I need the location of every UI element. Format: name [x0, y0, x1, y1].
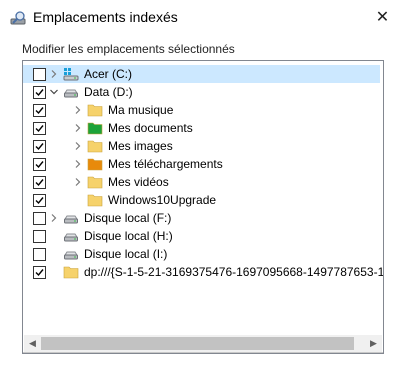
include-checkbox[interactable]	[33, 212, 46, 225]
tree-row[interactable]: Ma musique	[23, 101, 383, 119]
tree-item-label: Acer (C:)	[84, 67, 132, 81]
tree-row[interactable]: Acer (C:)	[23, 65, 383, 83]
scroll-right-icon[interactable]: ▶	[365, 335, 382, 352]
tree-item-label: dp:///{S-1-5-21-3169375476-1697095668-14…	[84, 265, 384, 279]
tree-item-label: Mes documents	[108, 121, 193, 135]
tree-row[interactable]: Mes vidéos	[23, 173, 383, 191]
include-checkbox[interactable]	[33, 86, 46, 99]
horizontal-scrollbar[interactable]: ◀ ▶	[24, 335, 382, 352]
drive-icon	[63, 228, 79, 244]
tree-row[interactable]: Data (D:)	[23, 83, 383, 101]
tree-item-label: Disque local (H:)	[84, 229, 173, 243]
tree-item-label: Data (D:)	[84, 85, 133, 99]
chevron-down-icon[interactable]	[49, 86, 59, 98]
drive-icon	[63, 210, 79, 226]
window-title: Emplacements indexés	[33, 9, 178, 25]
include-checkbox[interactable]	[33, 266, 46, 279]
folder-icon	[87, 192, 103, 208]
include-checkbox[interactable]	[33, 140, 46, 153]
tree-item-label: Mes vidéos	[108, 175, 169, 189]
tree-row[interactable]: Mes images	[23, 137, 383, 155]
folder-icon	[87, 102, 103, 118]
chevron-right-icon[interactable]	[73, 158, 83, 170]
folder-icon	[87, 138, 103, 154]
chevron-right-icon[interactable]	[73, 176, 83, 188]
tree-item-label: Disque local (I:)	[84, 247, 168, 261]
scroll-left-icon[interactable]: ◀	[24, 335, 41, 352]
include-checkbox[interactable]	[33, 68, 46, 81]
include-checkbox[interactable]	[33, 158, 46, 171]
tree-row[interactable]: Disque local (F:)	[23, 209, 383, 227]
tree-item-label: Mes images	[108, 139, 173, 153]
tree-row[interactable]: Disque local (H:)	[23, 227, 383, 245]
tree-row[interactable]: Disque local (I:)	[23, 245, 383, 263]
folder-orange-icon	[87, 156, 103, 172]
tree-item-label: Windows10Upgrade	[108, 193, 217, 207]
search-indexing-icon	[10, 10, 28, 26]
include-checkbox[interactable]	[33, 248, 46, 261]
chevron-right-icon[interactable]	[49, 68, 59, 80]
chevron-right-icon[interactable]	[73, 140, 83, 152]
chevron-right-icon[interactable]	[49, 212, 59, 224]
folder-icon	[63, 264, 79, 280]
chevron-right-icon[interactable]	[73, 104, 83, 116]
folder-green-icon	[87, 120, 103, 136]
include-checkbox[interactable]	[33, 176, 46, 189]
drive-icon	[63, 246, 79, 262]
title-bar: Emplacements indexés ✕	[0, 0, 399, 36]
group-label: Modifier les emplacements sélectionnés	[22, 42, 235, 56]
tree-item-label: Disque local (F:)	[84, 211, 172, 225]
scrollbar-thumb[interactable]	[41, 337, 354, 350]
tree-row[interactable]: Windows10Upgrade	[23, 191, 383, 209]
include-checkbox[interactable]	[33, 104, 46, 117]
locations-tree[interactable]: Acer (C:) Data (D:) Ma musique Mes document…	[22, 60, 384, 354]
tree-item-label: Mes téléchargements	[108, 157, 223, 171]
tree-row[interactable]: Mes documents	[23, 119, 383, 137]
tree-item-label: Ma musique	[108, 103, 174, 117]
close-button[interactable]: ✕	[366, 0, 399, 34]
windows-drive-icon	[63, 66, 79, 82]
include-checkbox[interactable]	[33, 122, 46, 135]
tree-row[interactable]: dp:///{S-1-5-21-3169375476-1697095668-14…	[23, 263, 383, 281]
drive-icon	[63, 84, 79, 100]
include-checkbox[interactable]	[33, 230, 46, 243]
include-checkbox[interactable]	[33, 194, 46, 207]
folder-icon	[87, 174, 103, 190]
chevron-right-icon[interactable]	[73, 122, 83, 134]
tree-row[interactable]: Mes téléchargements	[23, 155, 383, 173]
